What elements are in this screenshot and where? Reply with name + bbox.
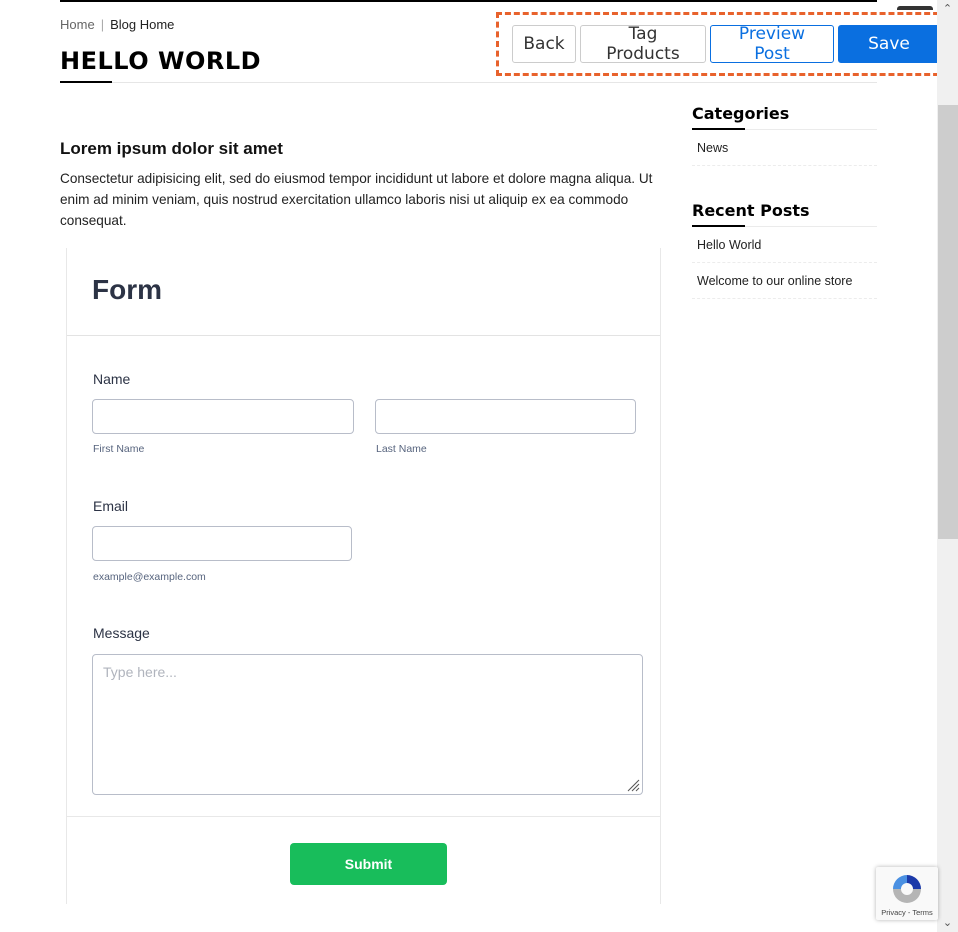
last-name-sublabel: Last Name	[376, 443, 427, 455]
breadcrumb-home-link[interactable]: Home	[60, 17, 95, 32]
message-textarea[interactable]: Type here...	[92, 654, 643, 795]
categories-divider	[692, 128, 877, 130]
recent-post-item[interactable]: Hello World	[692, 227, 877, 263]
form-title: Form	[92, 274, 162, 305]
last-name-input[interactable]	[375, 399, 636, 434]
resize-grip-icon[interactable]	[626, 778, 640, 792]
vertical-scrollbar[interactable]: ⌃ ⌄	[937, 0, 958, 932]
post-heading: Lorem ipsum dolor sit amet	[60, 139, 283, 158]
recent-posts-title: Recent Posts	[692, 201, 810, 220]
contact-form: Form Name First Name Last Name Email exa…	[66, 248, 661, 904]
message-label: Message	[93, 625, 150, 641]
scrollbar-thumb[interactable]	[938, 105, 958, 539]
recaptcha-icon	[893, 875, 921, 903]
breadcrumb-separator: |	[100, 17, 105, 32]
sidebar-recent-posts: Recent Posts Hello World Welcome to our …	[692, 201, 877, 299]
message-placeholder: Type here...	[103, 664, 177, 680]
category-item[interactable]: News	[692, 130, 877, 166]
chevron-down-icon[interactable]: ⌄	[937, 914, 958, 930]
first-name-sublabel: First Name	[93, 443, 145, 455]
recent-posts-divider	[692, 225, 877, 227]
back-button[interactable]: Back	[512, 25, 576, 63]
breadcrumb-blog-home-link[interactable]: Blog Home	[110, 17, 174, 32]
breadcrumb: Home | Blog Home	[60, 17, 174, 32]
title-divider	[60, 82, 877, 83]
preview-post-button[interactable]: Preview Post	[710, 24, 834, 64]
recaptcha-terms-link[interactable]: Privacy - Terms	[876, 908, 938, 917]
form-footer-divider	[67, 816, 660, 817]
email-label: Email	[93, 498, 129, 514]
tag-products-button[interactable]: Tag Products	[580, 24, 706, 64]
email-input[interactable]	[92, 526, 352, 561]
recent-post-item[interactable]: Welcome to our online store	[692, 263, 877, 299]
first-name-input[interactable]	[92, 399, 354, 434]
recaptcha-badge[interactable]: Privacy - Terms	[876, 867, 938, 920]
post-body: Consectetur adipisicing elit, sed do eiu…	[60, 171, 653, 228]
editor-toolbar: Back Tag Products Preview Post Save	[512, 24, 940, 64]
title-divider-accent	[60, 81, 112, 83]
name-label: Name	[93, 371, 131, 387]
chevron-up-icon[interactable]: ⌃	[937, 0, 958, 16]
admin-bar-tab	[897, 6, 933, 10]
sidebar-categories: Categories News	[692, 104, 877, 166]
save-button[interactable]: Save	[838, 25, 940, 63]
page-title: HELLO WORLD	[60, 47, 262, 75]
form-header-divider	[67, 335, 660, 336]
top-rule	[60, 0, 877, 2]
email-sublabel: example@example.com	[93, 571, 206, 583]
categories-title: Categories	[692, 104, 790, 123]
submit-button[interactable]: Submit	[290, 843, 447, 885]
